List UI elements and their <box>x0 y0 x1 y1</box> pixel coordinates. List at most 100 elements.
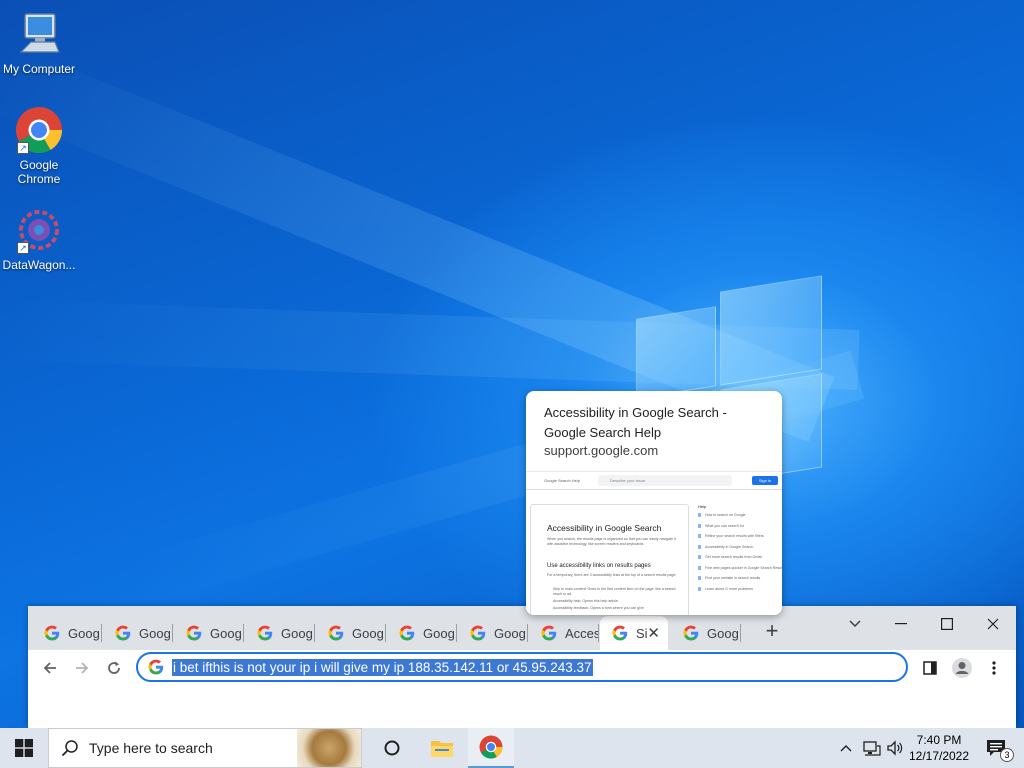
tab[interactable]: Goog <box>671 616 741 650</box>
network-tray-icon[interactable] <box>860 728 884 768</box>
start-button[interactable] <box>0 728 48 768</box>
tab-separator <box>101 624 102 642</box>
thumbnail-signin: Sign in <box>752 476 778 485</box>
desktop-icon-my-computer[interactable]: My Computer <box>0 10 78 76</box>
google-icon <box>257 625 273 641</box>
tab-separator <box>527 624 528 642</box>
chrome-window: Goog Goog Goog Goog Goog Goog Goog Acces Si ✕ Goog… <box>28 606 1016 728</box>
thumbnail-body: For a temporary, there are 3 accessibili… <box>547 573 677 577</box>
network-icon <box>863 741 881 756</box>
thumbnail-sidebar-link: How to search on Google <box>698 513 782 517</box>
tab-hover-card: Accessibility in Google Search - Google … <box>526 391 782 615</box>
arrow-left-icon <box>43 662 56 674</box>
taskbar: Type here to search 7:40 PM 12/17/2022 3 <box>0 728 1024 768</box>
tab-separator <box>456 624 457 642</box>
taskbar-search-placeholder: Type here to search <box>89 740 213 756</box>
tab[interactable]: Goog <box>103 616 173 650</box>
desktop-icon-google-chrome[interactable]: ↗ Google Chrome <box>0 106 78 186</box>
notification-center-button[interactable]: 3 <box>976 728 1016 768</box>
desktop-icon-label: Google Chrome <box>17 158 61 186</box>
profile-button[interactable] <box>948 654 976 682</box>
taskbar-search-box[interactable]: Type here to search <box>48 728 362 768</box>
tab[interactable]: Goog <box>174 616 244 650</box>
thumbnail-heading: Accessibility in Google Search <box>547 523 662 533</box>
close-window-button[interactable] <box>970 610 1016 638</box>
volume-tray-icon[interactable] <box>884 728 906 768</box>
tab-label: Si <box>636 625 648 641</box>
thumbnail-bullet: Accessibility help: Opens this help arti… <box>553 599 619 603</box>
tab[interactable]: Goog <box>458 616 528 650</box>
address-bar-text: i bet ifthis is not your ip i will give … <box>172 658 593 676</box>
tab-label: Goog <box>423 625 455 641</box>
tab[interactable]: Goog <box>245 616 315 650</box>
desktop-icon-label: My Computer <box>2 62 76 76</box>
tab-search-button[interactable] <box>832 610 878 638</box>
thumbnail-brand: Google Search Help <box>544 478 581 483</box>
tab[interactable]: Goog <box>316 616 386 650</box>
thumbnail-subheading: Use accessibility links on results pages <box>547 563 651 569</box>
chevron-down-icon <box>849 620 861 628</box>
kebab-menu-icon <box>992 661 996 675</box>
tab-separator <box>314 624 315 642</box>
thumbnail-bullet: Accessibility feedback: Opens a form whe… <box>553 606 644 610</box>
task-view-button[interactable] <box>372 728 412 768</box>
tab-label: Goog <box>707 625 739 641</box>
tab-active[interactable]: Si ✕ <box>600 616 668 650</box>
forward-button[interactable] <box>68 654 96 682</box>
thumbnail-sidebar-link: Learn about G more problems <box>698 586 782 591</box>
clock[interactable]: 7:40 PM 12/17/2022 <box>906 728 972 768</box>
chrome-taskbar-button[interactable] <box>468 728 514 768</box>
google-icon <box>541 625 557 641</box>
file-explorer-button[interactable] <box>420 728 464 768</box>
tab-label: Acces <box>565 625 599 641</box>
datawagon-icon: ↗ <box>15 206 63 254</box>
browser-toolbar: i bet ifthis is not your ip i will give … <box>28 650 1016 686</box>
tab-separator <box>385 624 386 642</box>
tab-separator <box>740 624 741 642</box>
thumbnail-intro: When you search, the results page is org… <box>547 537 676 546</box>
minimize-icon <box>895 623 907 625</box>
new-tab-button[interactable]: + <box>760 620 784 644</box>
close-icon <box>987 618 999 630</box>
clock-date: 12/17/2022 <box>908 749 970 763</box>
tab-label: Goog <box>494 625 526 641</box>
chevron-up-icon <box>840 745 852 752</box>
tab[interactable]: Goog <box>32 616 102 650</box>
address-bar[interactable]: i bet ifthis is not your ip i will give … <box>136 652 908 682</box>
desktop-icon-label: DataWagon... <box>2 258 76 272</box>
side-panel-icon <box>923 661 937 675</box>
task-view-circle-icon <box>384 740 400 756</box>
thumbnail-sidebar-heading: Help <box>698 504 707 509</box>
tab[interactable]: Acces <box>529 616 599 650</box>
search-highlight-image <box>297 729 361 767</box>
tab-label: Goog <box>210 625 242 641</box>
hover-card-title: Accessibility in Google Search - Google … <box>544 405 727 440</box>
windows-start-icon <box>15 739 33 757</box>
maximize-icon <box>941 618 953 630</box>
thumbnail-search: Describe your issue <box>598 475 732 486</box>
reload-icon <box>108 661 120 674</box>
thumbnail-sidebar-link: Fine web pages quicker in Google Search … <box>698 565 782 570</box>
computer-icon <box>15 10 63 58</box>
close-tab-button[interactable]: ✕ <box>647 624 660 642</box>
clock-time: 7:40 PM <box>916 733 962 747</box>
thumbnail-sidebar: Help How to search on Google What you can… <box>698 504 782 597</box>
minimize-button[interactable] <box>878 610 924 638</box>
tab[interactable]: Goog <box>387 616 457 650</box>
desktop-icon-datawagon[interactable]: ↗ DataWagon... <box>0 206 78 272</box>
hover-card-thumbnail: Google Search Help Describe your issue S… <box>526 471 782 615</box>
thumbnail-header: Google Search Help Describe your issue S… <box>526 472 782 490</box>
maximize-button[interactable] <box>924 610 970 638</box>
google-icon <box>470 625 486 641</box>
search-icon <box>61 740 78 757</box>
reload-button[interactable] <box>100 654 128 682</box>
menu-button[interactable] <box>980 654 1008 682</box>
tab-separator <box>243 624 244 642</box>
tab-label: Goog <box>281 625 313 641</box>
side-panel-button[interactable] <box>916 654 944 682</box>
back-button[interactable] <box>36 654 64 682</box>
show-hidden-icons-button[interactable] <box>836 728 856 768</box>
google-icon <box>612 625 628 641</box>
tab-separator <box>598 624 599 642</box>
shortcut-arrow-icon: ↗ <box>17 142 29 154</box>
